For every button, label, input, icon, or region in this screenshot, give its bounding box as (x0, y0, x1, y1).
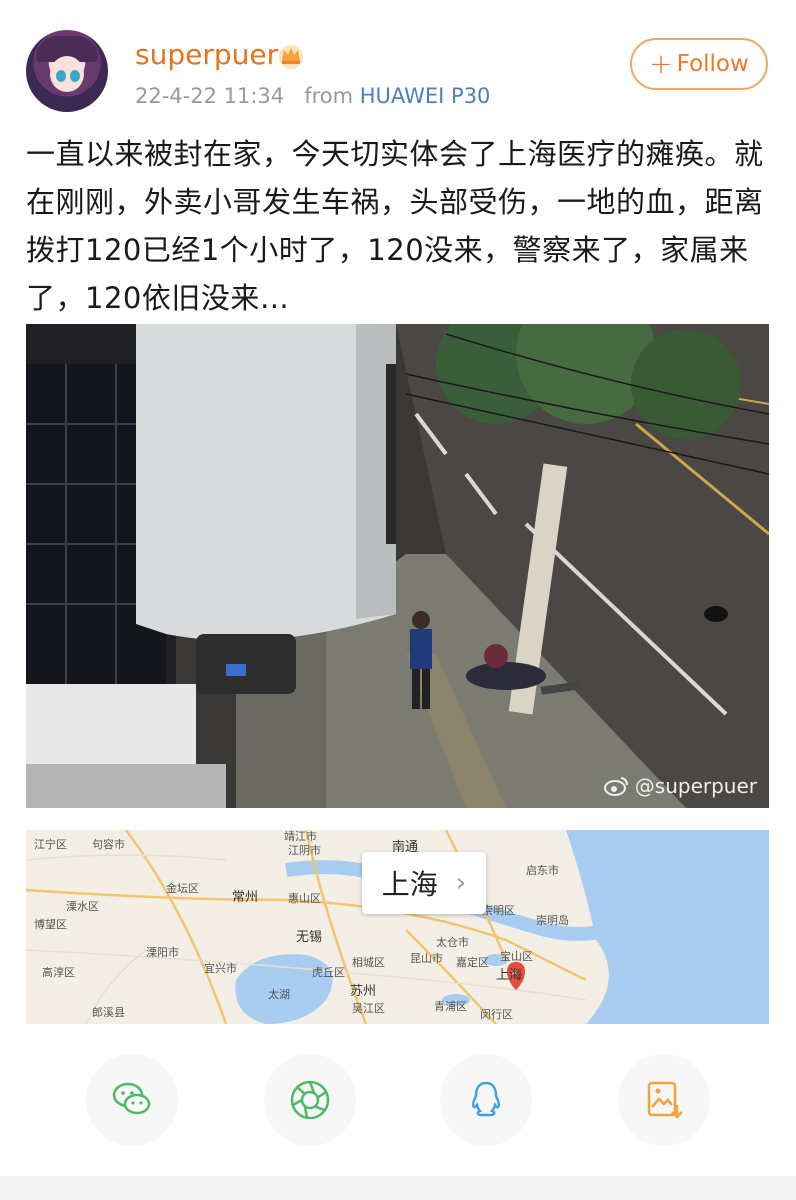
map-location-bubble[interactable]: 上海 › (362, 852, 486, 914)
post-meta: 22-4-22 11:34 from HUAWEI P30 (135, 84, 490, 108)
street-scene-image (26, 324, 769, 808)
post-text: 一直以来被封在家，今天切实体会了上海医疗的瘫痪。就在刚刚，外卖小哥发生车祸，头部… (26, 137, 764, 315)
weibo-icon (603, 777, 628, 796)
map-place: 相城区 (352, 956, 385, 969)
save-image-button[interactable] (618, 1054, 710, 1146)
username[interactable]: superpuer (135, 38, 278, 71)
share-qq-button[interactable] (440, 1054, 532, 1146)
share-bar (0, 1050, 796, 1160)
post-timestamp: 22-4-22 11:34 (135, 84, 285, 108)
map-place: 虎丘区 (312, 966, 345, 979)
post-photo[interactable]: @superpuer (26, 324, 769, 808)
photo-watermark: @superpuer (603, 774, 757, 798)
map-place: 宝山区 (500, 950, 533, 963)
map-place: 句容市 (92, 838, 125, 851)
map-place: 嘉定区 (456, 956, 489, 969)
bottom-divider (0, 1176, 796, 1200)
follow-button[interactable]: + Follow (630, 38, 768, 90)
map-place: 江阴市 (288, 844, 321, 857)
moments-icon (290, 1080, 330, 1120)
map-place: 宜兴市 (204, 962, 237, 975)
device-link[interactable]: HUAWEI P30 (360, 84, 491, 108)
post-header: superpuer 22-4-22 11:34 from HUAWEI P30 … (0, 0, 796, 120)
from-label: from (304, 84, 354, 108)
map-place: 郎溪县 (92, 1006, 125, 1019)
map-place: 溧阳市 (146, 946, 179, 959)
map-place: 博望区 (34, 918, 67, 931)
location-map[interactable]: A 江宁区 句容市 靖江市 江阴市 南通 启东市 金坛区 常州 惠山区 溧水区 … (26, 830, 769, 1024)
map-place: 闵行区 (480, 1008, 513, 1021)
crown-icon (279, 45, 303, 69)
save-image-icon (647, 1081, 683, 1119)
map-place: 吴江区 (352, 1002, 385, 1015)
share-wechat-button[interactable] (86, 1054, 178, 1146)
watermark-text: @superpuer (634, 774, 757, 798)
map-place: 太湖 (268, 988, 290, 1001)
follow-label: Follow (676, 51, 749, 77)
map-place: 昆山市 (410, 952, 443, 965)
avatar[interactable] (26, 30, 108, 112)
share-moments-button[interactable] (264, 1054, 356, 1146)
map-place: 崇明岛 (536, 914, 569, 927)
map-place: 青浦区 (434, 1000, 467, 1013)
map-place: 金坛区 (166, 882, 199, 895)
map-place: 苏州 (350, 984, 377, 999)
map-place: 上海 (496, 968, 523, 983)
wechat-icon (112, 1082, 151, 1115)
map-place: 溧水区 (66, 900, 99, 913)
plus-icon: + (649, 47, 673, 80)
map-place: 启东市 (526, 864, 559, 877)
qq-icon (471, 1081, 501, 1117)
map-place: 江宁区 (34, 838, 67, 851)
map-place: 常州 (232, 890, 259, 905)
map-place: 惠山区 (288, 892, 321, 905)
chevron-right-icon: › (455, 868, 467, 898)
map-city-label: 上海 (381, 868, 438, 901)
map-place: 太仓市 (436, 936, 469, 949)
map-place: 高淳区 (42, 966, 75, 979)
map-place: 崇明区 (482, 904, 515, 917)
map-place: 无锡 (296, 930, 323, 945)
